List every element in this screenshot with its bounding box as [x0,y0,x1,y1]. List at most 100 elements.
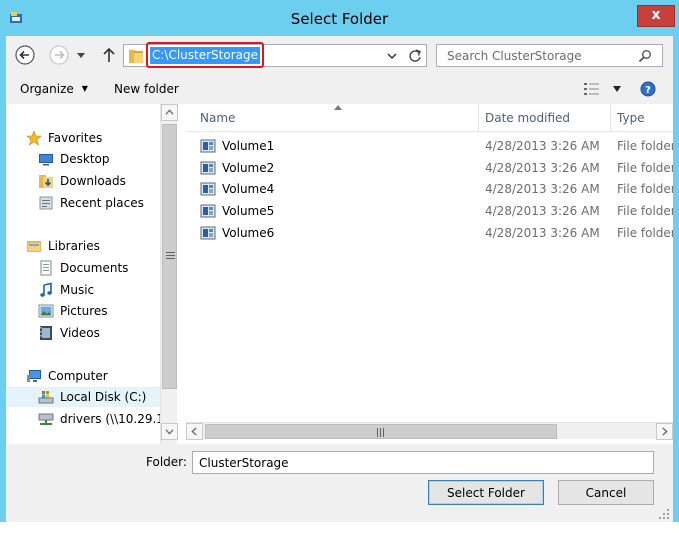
column-header-date-modified[interactable]: Date modified [485,104,570,132]
grip-icon [377,428,384,437]
file-row[interactable]: Volume2 4/28/2013 3:26 AM File folder [186,157,673,179]
scroll-left-icon[interactable] [186,423,203,440]
local-disk-icon [38,391,54,404]
folder-label: Folder: [146,455,187,469]
select-folder-dialog: Select Folder x C:\ClusterStorage Search… [0,0,679,522]
tree-label: Downloads [60,174,126,188]
libraries-icon [27,241,41,252]
file-type: File folder [617,204,673,218]
up-arrow-icon[interactable] [98,44,120,66]
tree-label: Pictures [60,304,108,318]
horizontal-scroll-thumb[interactable] [205,424,557,439]
organize-button[interactable]: Organize ▼ [20,82,88,96]
tree-item-local-disk[interactable]: Local Disk (C:) [6,387,160,407]
search-box[interactable] [436,44,663,67]
view-dropdown-icon[interactable] [612,85,622,93]
videos-icon [40,326,52,340]
file-row[interactable]: Volume4 4/28/2013 3:26 AM File folder [186,178,673,200]
tree-label: Local Disk (C:) [60,390,147,404]
address-bar[interactable]: C:\ClusterStorage [123,42,404,68]
back-button[interactable] [14,44,36,66]
organize-label: Organize [20,82,74,96]
folder-name-input[interactable] [192,451,654,474]
file-row[interactable]: Volume5 4/28/2013 3:26 AM File folder [186,200,673,222]
vertical-scroll-thumb[interactable] [162,124,177,389]
search-icon[interactable] [638,49,652,63]
scroll-up-icon[interactable] [161,104,178,121]
title-bar[interactable]: Select Folder x [0,0,679,36]
sort-ascending-icon [334,105,342,110]
tree-label: Music [60,283,95,297]
triangle-down-icon: ▼ [81,84,88,93]
grip-icon [166,252,175,259]
file-type: File folder [617,139,673,153]
search-input[interactable] [445,48,635,64]
desktop-icon [39,154,53,166]
file-date: 4/28/2013 3:26 AM [485,204,600,218]
scroll-down-icon[interactable] [161,423,178,440]
chevron-down-icon[interactable] [386,50,398,62]
file-type: File folder [617,226,673,240]
forward-button[interactable] [48,44,70,66]
file-date: 4/28/2013 3:26 AM [485,161,600,175]
downloads-icon [39,175,53,188]
navigation-bar: C:\ClusterStorage [6,36,673,76]
tree-label: Desktop [60,152,110,166]
network-drive-icon [38,413,54,425]
folder-icon [129,50,143,63]
file-date: 4/28/2013 3:26 AM [485,182,600,196]
scroll-right-icon[interactable] [656,423,673,440]
mounted-volume-icon [200,226,216,240]
select-folder-button[interactable]: Select Folder [428,480,544,505]
file-list-pane: Name Date modified Type Volume1 4/28/201… [186,104,673,444]
browser-panes: Favorites Desktop Downloads Recent place… [6,104,673,444]
tree-label: Libraries [48,239,100,253]
file-name: Volume6 [222,226,275,240]
svg-text:?: ? [645,85,651,96]
pictures-icon [38,304,54,318]
file-list-horizontal-scrollbar[interactable] [186,422,673,440]
tree-label: Documents [60,261,129,275]
file-row[interactable]: Volume1 4/28/2013 3:26 AM File folder [186,135,673,157]
tree-label: Videos [60,326,100,340]
file-name: Volume5 [222,204,275,218]
nav-pane-vertical-scrollbar[interactable] [160,104,178,444]
file-type: File folder [617,161,673,175]
file-row[interactable]: Volume6 4/28/2013 3:26 AM File folder [186,222,673,244]
navigation-pane: Favorites Desktop Downloads Recent place… [6,104,178,444]
new-folder-button[interactable]: New folder [114,82,179,96]
recent-locations-dropdown[interactable] [74,44,88,66]
file-type: File folder [617,182,673,196]
mounted-volume-icon [200,161,216,175]
refresh-button[interactable] [403,44,427,67]
tree-label: Recent places [60,196,144,210]
address-highlight-annotation [146,42,264,68]
mounted-volume-icon [200,139,216,153]
cancel-button[interactable]: Cancel [558,480,654,505]
close-icon: x [651,7,661,23]
column-divider[interactable] [478,104,479,132]
window-title: Select Folder [290,10,389,28]
file-date: 4/28/2013 3:26 AM [485,226,600,240]
documents-icon [40,260,52,276]
column-header-type[interactable]: Type [617,104,645,132]
help-icon[interactable]: ? [640,81,656,97]
file-name: Volume4 [222,182,275,196]
tree-label: Computer [48,369,108,383]
file-name: Volume2 [222,161,275,175]
command-toolbar: Organize ▼ New folder ? [6,76,673,104]
column-header: Name Date modified Type [186,104,673,132]
resize-grip-icon[interactable] [658,508,670,520]
close-button[interactable]: x [637,5,675,27]
tree-label: drivers (\\10.29.1 [60,412,164,426]
view-options-icon[interactable] [583,82,601,96]
computer-icon [27,370,41,382]
refresh-icon [409,49,421,62]
music-icon [40,282,52,297]
dialog-client-area: C:\ClusterStorage Search ClusterStorage … [6,36,673,522]
mounted-volume-icon [200,204,216,218]
column-header-name[interactable]: Name [200,104,235,132]
column-divider[interactable] [610,104,611,132]
file-date: 4/28/2013 3:26 AM [485,139,600,153]
dialog-footer: Folder: Select Folder Cancel [6,444,673,522]
